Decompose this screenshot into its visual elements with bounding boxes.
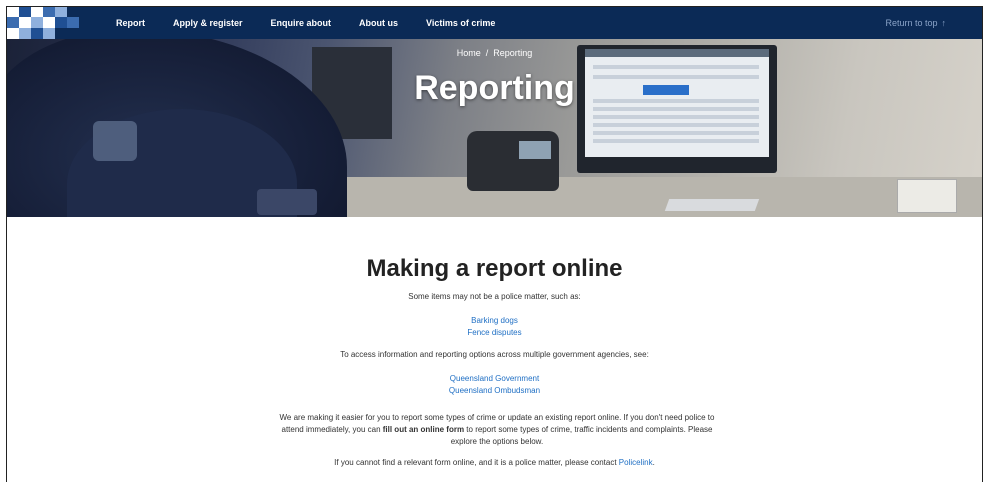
page-title: Reporting <box>414 69 575 107</box>
nav-item-report[interactable]: Report <box>116 18 145 28</box>
nav-item-apply-register[interactable]: Apply & register <box>173 18 243 28</box>
contact-line: If you cannot find a relevant form onlin… <box>7 457 982 468</box>
access-info-text: To access information and reporting opti… <box>340 350 649 359</box>
online-report-paragraph: We are making it easier for you to repor… <box>277 412 717 448</box>
shoulder-badge-image <box>93 121 137 161</box>
queensland-government-link[interactable]: Queensland Government <box>450 374 539 383</box>
desk-phone-image <box>467 131 559 191</box>
breadcrumb-current: Reporting <box>493 48 533 58</box>
contact-end: . <box>652 458 655 467</box>
contact-text: If you cannot find a relevant form onlin… <box>334 458 619 467</box>
intro-text: Some items may not be a police matter, s… <box>408 292 581 301</box>
keyboard-image <box>664 199 760 211</box>
nav-item-victims-of-crime[interactable]: Victims of crime <box>426 18 495 28</box>
section-heading: Making a report online <box>366 255 623 282</box>
arrow-up-icon: ↑ <box>941 18 947 28</box>
breadcrumb: Home / Reporting <box>7 48 982 58</box>
policelink-link[interactable]: Policelink <box>619 458 653 467</box>
hero-banner: Home / Reporting Reporting <box>7 39 982 217</box>
uniform-patch-image <box>257 189 317 215</box>
nav-item-about-us[interactable]: About us <box>359 18 398 28</box>
wall-outlet-image <box>897 179 957 213</box>
fence-disputes-link[interactable]: Fence disputes <box>467 328 521 337</box>
breadcrumb-home-link[interactable]: Home <box>457 48 481 58</box>
qps-checkered-logo[interactable] <box>7 7 81 39</box>
top-navigation: Report Apply & register Enquire about Ab… <box>7 7 982 39</box>
return-to-top-link[interactable]: Return to top ↑ <box>885 7 946 39</box>
main-menu: Report Apply & register Enquire about Ab… <box>116 7 523 39</box>
desk-image <box>347 177 982 217</box>
queensland-ombudsman-link[interactable]: Queensland Ombudsman <box>449 386 540 395</box>
online-form-emphasis: fill out an online form <box>382 425 465 434</box>
page-frame: Report Apply & register Enquire about Ab… <box>6 6 983 482</box>
paragraph-text-2: to report some types of crime, traffic i… <box>450 425 713 446</box>
breadcrumb-separator: / <box>485 48 489 58</box>
barking-dogs-link[interactable]: Barking dogs <box>471 316 518 325</box>
return-to-top-label: Return to top <box>885 18 938 28</box>
nav-item-enquire-about[interactable]: Enquire about <box>271 18 332 28</box>
